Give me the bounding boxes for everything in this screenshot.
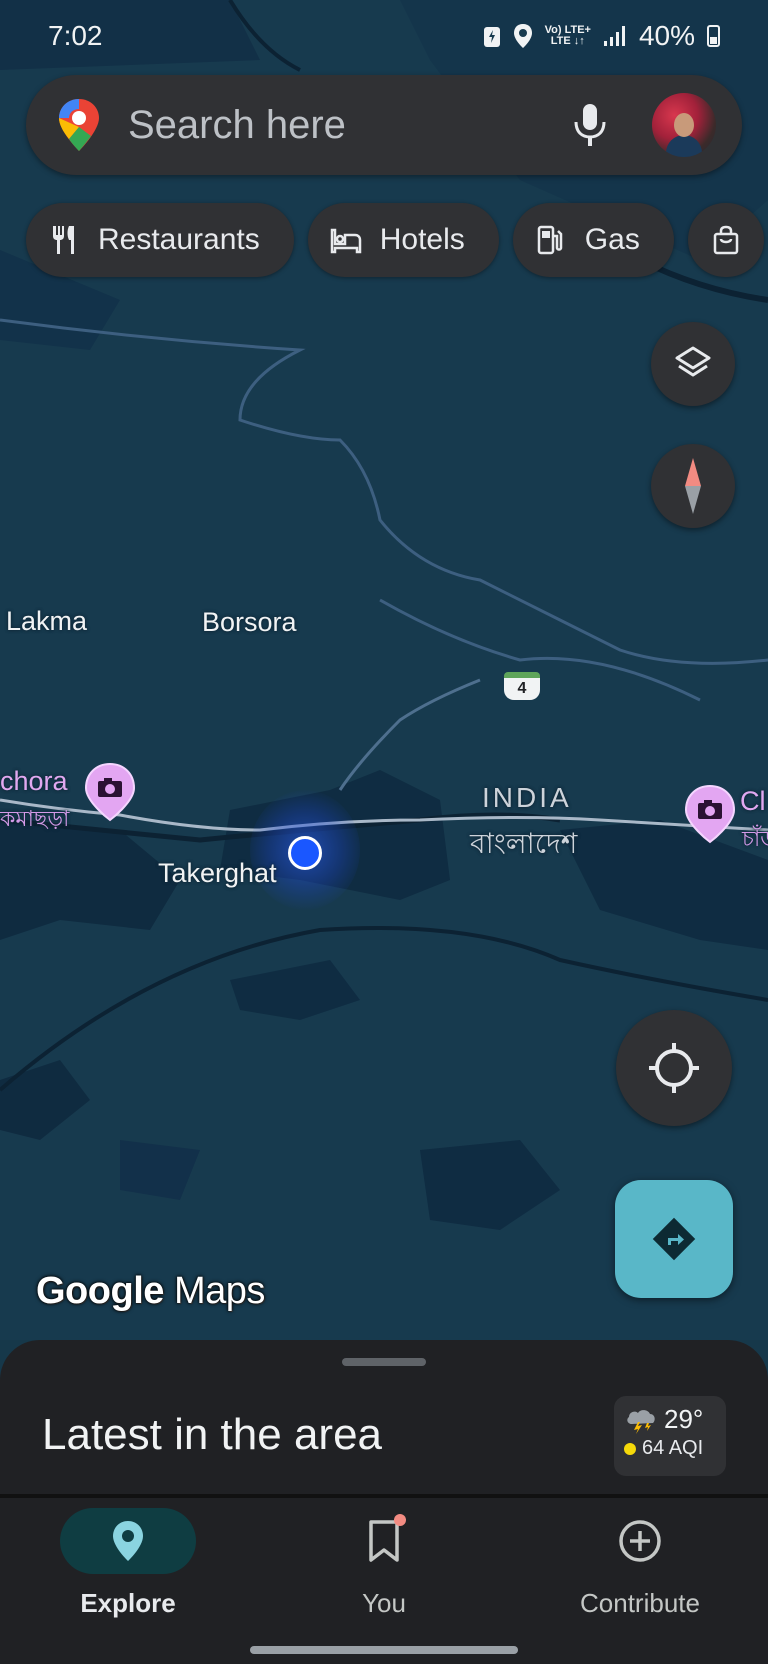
map-label-chora[interactable]: chora [0,766,68,797]
map-label-cl-bn: চাঁড [742,826,768,851]
chip-hotels[interactable]: Hotels [307,203,499,277]
avatar[interactable] [652,93,716,157]
map-label-takerghat[interactable]: Takerghat [158,858,277,889]
bookmark-icon [369,1520,399,1562]
chip-label: Hotels [379,223,465,256]
aqi-dot-icon [624,1442,636,1455]
map-label-chora-bn: কমাছড়া [0,806,70,831]
my-location-button[interactable] [616,1010,732,1126]
compass-button[interactable] [651,444,735,528]
status-time: 7:02 [48,20,103,51]
location-icon [513,24,532,48]
weather-widget[interactable]: 29° 64 AQI [614,1396,726,1476]
chip-label: Restaurants [98,223,260,256]
battery-saver-icon [483,27,500,47]
nav-you[interactable]: You [284,1508,484,1619]
status-bar: 7:02 Vo) LTE+ LTE ↓↑ 40% [0,0,768,72]
battery-percent: 40% [638,20,695,51]
nav-label: You [362,1588,406,1618]
directions-button[interactable] [615,1180,733,1298]
map-label-india[interactable]: INDIA [482,782,572,814]
add-circle-icon [619,1520,661,1562]
google-maps-pin-icon [59,99,99,151]
fork-knife-icon [53,226,74,254]
microphone-icon[interactable] [570,102,610,148]
chip-gas[interactable]: Gas [512,203,674,277]
chip-label: Gas [584,223,640,256]
sheet-title: Latest in the area [42,1410,383,1459]
weather-aqi: 64 AQI [642,1437,704,1459]
shopping-bag-icon [713,225,739,255]
network-indicator: Vo) LTE+ LTE ↓↑ [545,25,591,47]
gas-pump-icon [537,225,563,255]
thunderstorm-icon [627,1409,655,1434]
map-label-cl[interactable]: Cl [740,786,766,817]
bed-icon [330,228,361,254]
logo-google-text: Google [36,1270,164,1312]
map-canvas[interactable] [0,0,768,1340]
crosshair-icon [649,1043,699,1093]
weather-temperature: 29° [664,1404,704,1434]
directions-icon [652,1217,696,1261]
logo-maps-text: Maps [173,1270,265,1312]
bottom-sheet[interactable]: Latest in the area 29° 64 AQI [0,1340,768,1494]
my-location-dot[interactable] [288,836,322,870]
compass-icon [685,458,701,514]
nav-contribute[interactable]: Contribute [540,1508,740,1619]
sheet-drag-handle[interactable] [342,1358,426,1366]
search-bar[interactable]: Search here [26,75,742,175]
gesture-navigation-bar[interactable] [250,1646,518,1654]
map-label-lakma[interactable]: Lakma [6,606,87,637]
location-pin-icon [113,1521,143,1561]
google-maps-logo: Google Maps [36,1270,265,1313]
route-shield: 4 [504,672,540,700]
layers-icon [675,346,711,377]
chip-restaurants[interactable]: Restaurants [26,203,294,277]
camera-poi-icon[interactable] [84,762,136,822]
signal-icon [603,26,625,46]
status-icons: Vo) LTE+ LTE ↓↑ 40% [483,20,720,52]
layers-button[interactable] [651,322,735,406]
map-label-borsora[interactable]: Borsora [202,607,297,638]
category-chips: Restaurants Hotels Gas [26,203,764,277]
battery-icon [707,25,720,47]
nav-explore[interactable]: Explore [28,1508,228,1619]
nav-label: Contribute [580,1588,700,1618]
bottom-navigation: Explore You Contribute [0,1494,768,1664]
camera-poi-icon[interactable] [684,784,736,844]
chip-shopping[interactable] [687,203,764,277]
map-label-bangladesh[interactable]: বাংলাদেশ [470,822,577,869]
search-input[interactable]: Search here [128,103,570,148]
notification-dot [394,1514,406,1526]
nav-label: Explore [80,1588,176,1618]
network-line-2: LTE ↓↑ [550,35,585,47]
